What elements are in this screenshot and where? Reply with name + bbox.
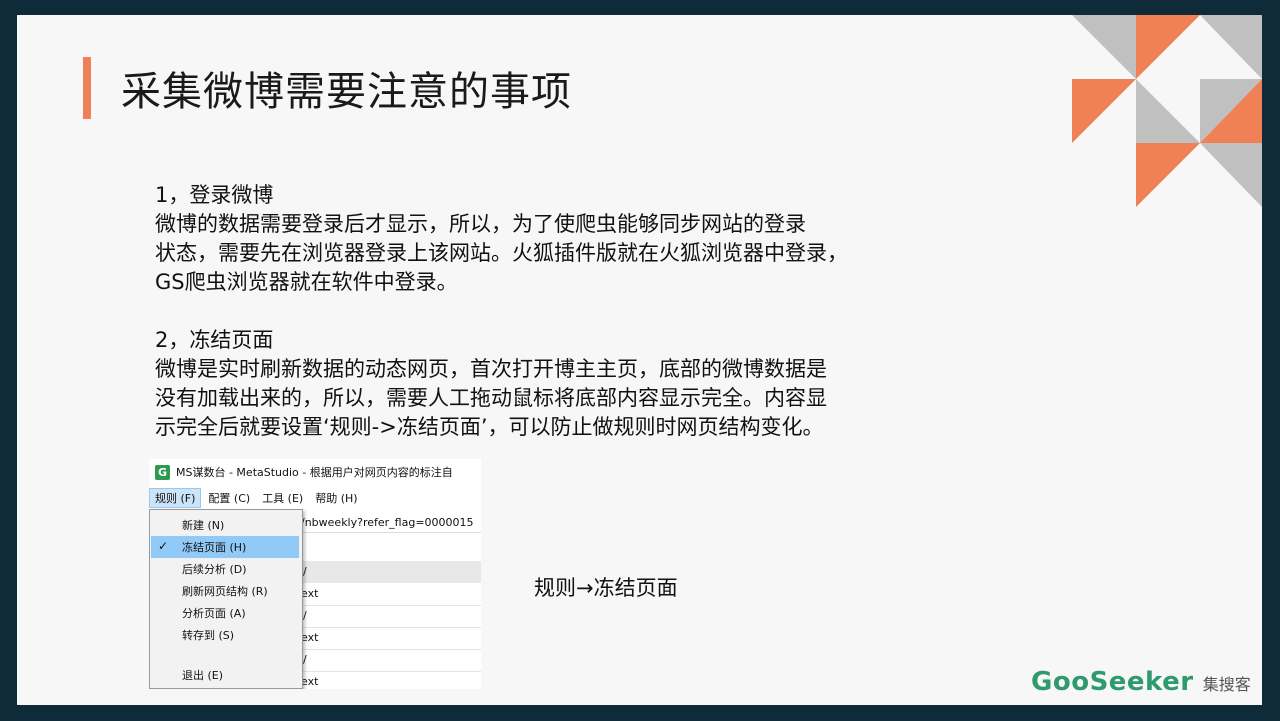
section2-line: 示完全后就要设置‘规则->冻结页面’，可以防止做规则时网页结构变化。 bbox=[155, 415, 824, 439]
section1-line: 状态，需要先在浏览器登录上该网站。火狐插件版就在火狐浏览器中登录， bbox=[155, 241, 848, 265]
menu-item-save-to[interactable]: 转存到 (S) bbox=[151, 624, 299, 646]
screenshot-caption: 规则→冻结页面 bbox=[534, 576, 678, 600]
grid-cell: / bbox=[303, 653, 307, 666]
gooseeker-logo: GooSeeker 集搜客 bbox=[1031, 667, 1251, 697]
app-screenshot: G MS谋数台 - MetaStudio - 根据用户对网页内容的标注自 规则 … bbox=[149, 459, 481, 689]
grid-cell: ext bbox=[301, 587, 319, 600]
menu-config[interactable]: 配置 (C) bbox=[203, 489, 255, 507]
table-row[interactable]: / bbox=[301, 649, 481, 672]
menu-item-new[interactable]: 新建 (N) bbox=[151, 514, 299, 536]
title-accent-bar bbox=[83, 57, 91, 119]
triangle-decoration bbox=[1072, 15, 1262, 207]
grid-cell: / bbox=[303, 565, 307, 578]
window-titlebar: G MS谋数台 - MetaStudio - 根据用户对网页内容的标注自 bbox=[149, 459, 481, 485]
grid-cell: ext bbox=[301, 675, 319, 688]
menu-item-label: 分析页面 (A) bbox=[182, 607, 246, 620]
menu-item-exit[interactable]: 退出 (E) bbox=[151, 664, 299, 686]
section2-heading: 2，冻结页面 bbox=[155, 328, 274, 352]
section2-line: 没有加载出来的，所以，需要人工拖动鼠标将底部内容显示完全。内容显 bbox=[155, 386, 827, 410]
menu-item-analyze-page[interactable]: 分析页面 (A) bbox=[151, 602, 299, 624]
menu-item-follow-analysis[interactable]: 后续分析 (D) bbox=[151, 558, 299, 580]
rules-dropdown-menu: 新建 (N) ✓ 冻结页面 (H) 后续分析 (D) 刷新网页结构 (R) 分析… bbox=[149, 509, 303, 689]
section1-heading: 1，登录微博 bbox=[155, 183, 274, 207]
menubar: 规则 (F) 配置 (C) 工具 (E) 帮助 (H) bbox=[149, 487, 481, 509]
section2-line: 微博是实时刷新数据的动态网页，首次打开博主主页，底部的微博数据是 bbox=[155, 357, 827, 381]
menu-item-label: 退出 (E) bbox=[182, 669, 224, 682]
menu-item-label: 冻结页面 (H) bbox=[182, 541, 247, 554]
grid-cell: ext bbox=[301, 631, 319, 644]
menu-item-label: 转存到 (S) bbox=[182, 629, 235, 642]
window-title: MS谋数台 - MetaStudio - 根据用户对网页内容的标注自 bbox=[176, 466, 453, 479]
body-text: 1，登录微博 微博的数据需要登录后才显示，所以，为了使爬虫能够同步网站的登录 状… bbox=[155, 181, 955, 442]
menu-item-label: 刷新网页结构 (R) bbox=[182, 585, 268, 598]
section1-line: GS爬虫浏览器就在软件中登录。 bbox=[155, 270, 458, 294]
url-field[interactable]: /nbweekly?refer_flag=0000015 bbox=[301, 516, 481, 533]
grid-header: / bbox=[301, 561, 481, 583]
logo-text-en: GooSeeker bbox=[1031, 667, 1194, 697]
menu-tools[interactable]: 工具 (E) bbox=[257, 489, 308, 507]
logo-text-cn: 集搜客 bbox=[1202, 675, 1251, 694]
table-row[interactable]: ext bbox=[301, 671, 481, 689]
table-row[interactable]: ext bbox=[301, 583, 481, 606]
menu-item-label: 后续分析 (D) bbox=[182, 563, 247, 576]
section1-line: 微博的数据需要登录后才显示，所以，为了使爬虫能够同步网站的登录 bbox=[155, 212, 806, 236]
menu-item-refresh-structure[interactable]: 刷新网页结构 (R) bbox=[151, 580, 299, 602]
table-row[interactable]: ext bbox=[301, 627, 481, 650]
menu-item-freeze-page[interactable]: ✓ 冻结页面 (H) bbox=[151, 536, 299, 558]
grid-cell: / bbox=[303, 609, 307, 622]
menu-item-label: 新建 (N) bbox=[182, 519, 225, 532]
checkmark-icon: ✓ bbox=[158, 539, 169, 553]
table-row[interactable]: / bbox=[301, 605, 481, 628]
slide: 采集微博需要注意的事项 1，登录微博 微博的数据需要登录后才显示，所以，为了使爬… bbox=[17, 15, 1262, 705]
menu-help[interactable]: 帮助 (H) bbox=[310, 489, 362, 507]
app-logo-icon: G bbox=[155, 464, 170, 480]
slide-title: 采集微博需要注意的事项 bbox=[121, 69, 572, 115]
menu-rules[interactable]: 规则 (F) bbox=[149, 488, 202, 508]
